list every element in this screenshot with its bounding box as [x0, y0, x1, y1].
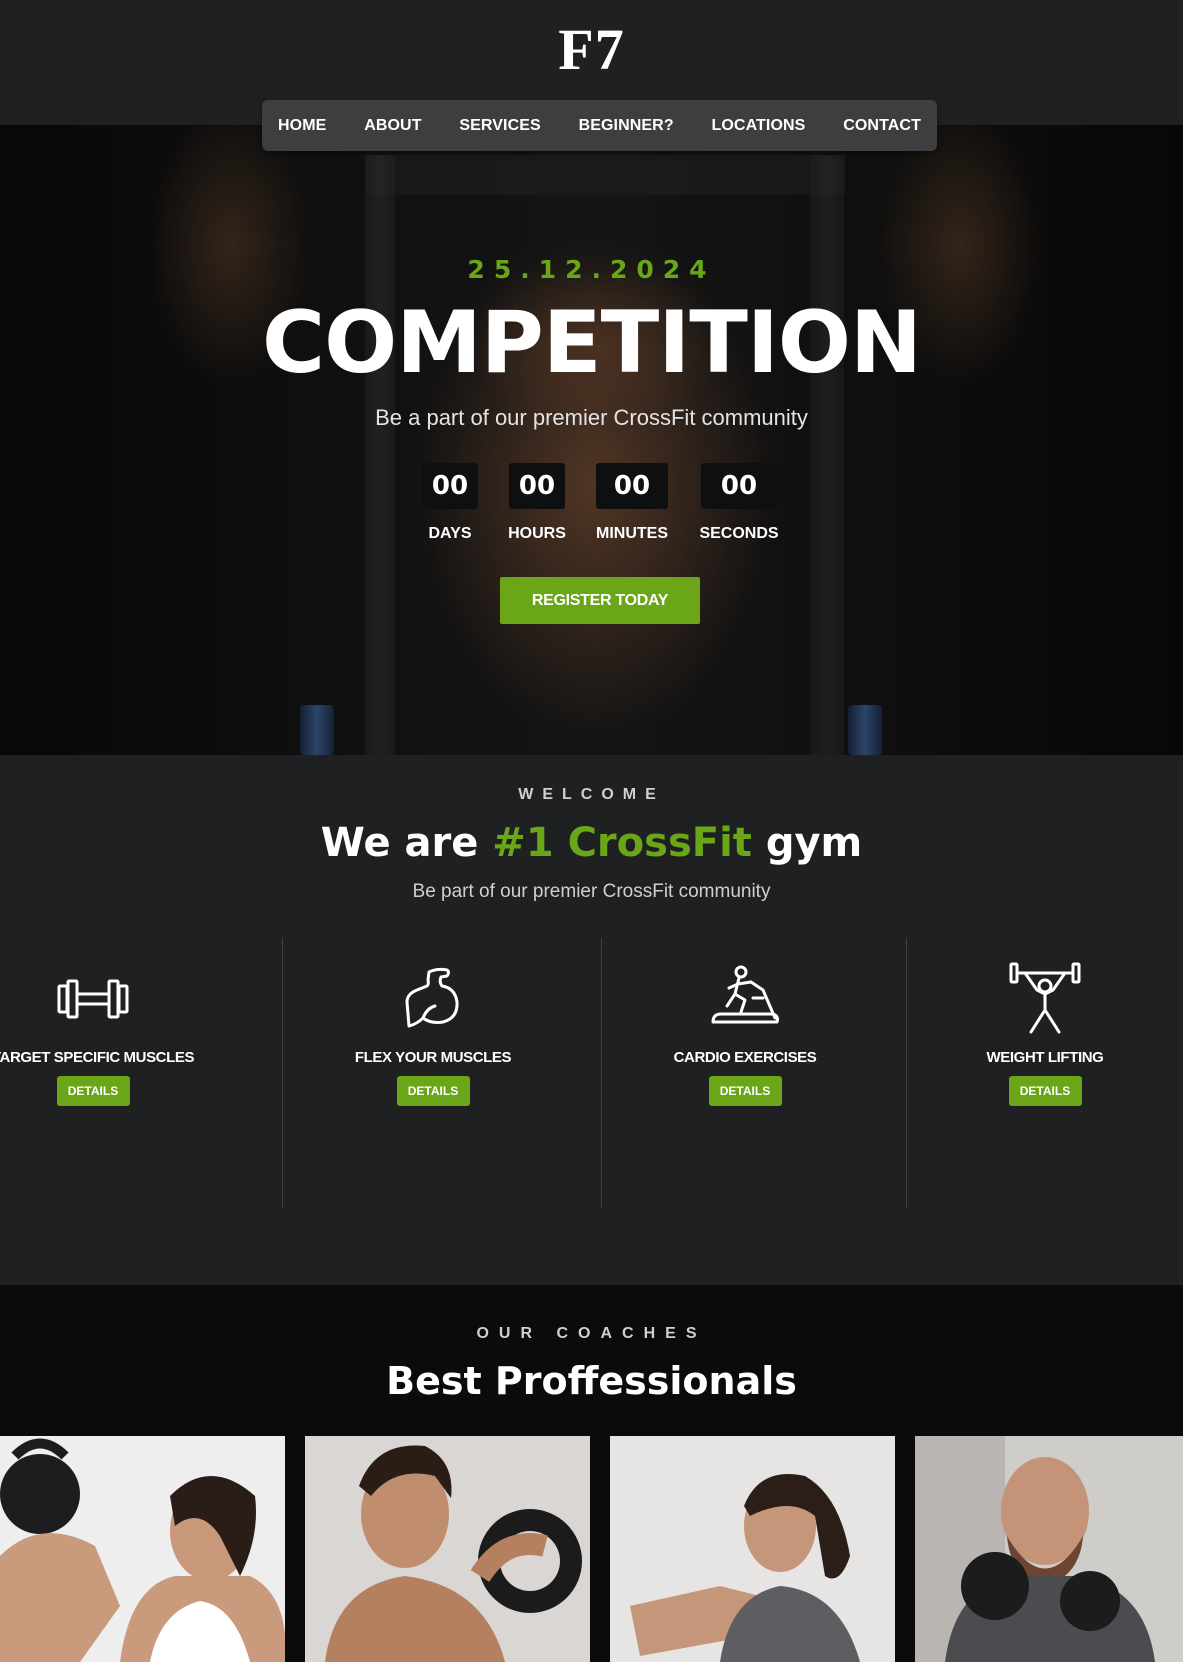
feature-target-muscles: TARGET SPECIFIC MUSCLES DETAILS	[0, 960, 213, 1106]
feature-title: CARDIO EXERCISES	[673, 1049, 817, 1066]
details-button[interactable]: DETAILS	[396, 1076, 470, 1106]
countdown-hours-label: HOURS	[508, 525, 566, 542]
welcome-kicker: WELCOME	[518, 786, 665, 803]
hero-subtitle: Be a part of our premier CrossFit commun…	[375, 405, 808, 430]
event-date: 25.12.2024	[467, 255, 716, 284]
details-button[interactable]: DETAILS	[56, 1076, 130, 1106]
weightlifter-icon	[1009, 962, 1081, 1034]
welcome-section: WELCOME We are #1 CrossFit gym Be part o…	[0, 755, 1183, 1285]
feature-weight-lifting: WEIGHT LIFTING DETAILS	[925, 960, 1165, 1106]
hero-overlay	[0, 125, 1183, 755]
welcome-subtitle: Be part of our premier CrossFit communit…	[412, 881, 771, 902]
countdown-seconds-label: SECONDS	[699, 525, 779, 542]
nav-contact[interactable]: CONTACT	[843, 117, 921, 135]
main-nav: HOME ABOUT SERVICES BEGINNER? LOCATIONS …	[262, 100, 937, 151]
coach-photo	[0, 1436, 285, 1662]
countdown-minutes: 00 MINUTES	[594, 463, 670, 543]
coach-card[interactable]	[0, 1436, 285, 1662]
countdown-minutes-value: 00	[596, 463, 668, 509]
feature-title: WEIGHT LIFTING	[986, 1049, 1104, 1066]
welcome-title-prefix: We are	[320, 820, 493, 866]
feature-flex-muscles: FLEX YOUR MUSCLES DETAILS	[313, 960, 553, 1106]
countdown-hours-value: 00	[509, 463, 565, 509]
hero-title: COMPETITION	[262, 293, 922, 393]
countdown-minutes-label: MINUTES	[596, 525, 668, 542]
site-logo[interactable]: F7	[0, 18, 1183, 82]
flexed-arm-icon	[405, 967, 459, 1028]
register-today-button[interactable]: REGISTER TODAY	[500, 577, 700, 624]
feature-divider	[601, 938, 602, 1208]
coach-photo	[305, 1436, 590, 1662]
welcome-title-suffix: gym	[751, 820, 863, 866]
coach-card[interactable]	[305, 1436, 590, 1662]
coach-photo	[610, 1436, 895, 1662]
coach-card[interactable]	[610, 1436, 895, 1662]
countdown-hours: 00 HOURS	[507, 463, 567, 543]
coaches-title: Best Proffessionals	[386, 1359, 797, 1403]
feature-divider	[906, 938, 907, 1208]
treadmill-icon	[711, 965, 779, 1024]
feature-title: FLEX YOUR MUSCLES	[354, 1049, 512, 1066]
welcome-title: We are #1 CrossFit gym	[0, 818, 1183, 868]
nav-home[interactable]: HOME	[278, 117, 326, 135]
feature-title: TARGET SPECIFIC MUSCLES	[0, 1049, 195, 1066]
hero-section: 25.12.2024 COMPETITION Be a part of our …	[0, 125, 1183, 755]
countdown-days: 00 DAYS	[420, 463, 480, 543]
countdown-seconds: 00 SECONDS	[698, 463, 780, 543]
countdown-days-value: 00	[422, 463, 478, 509]
nav-services[interactable]: SERVICES	[459, 117, 540, 135]
nav-locations[interactable]: LOCATIONS	[712, 117, 806, 135]
coaches-section: OUR COACHES Best Proffessionals	[0, 1285, 1183, 1662]
nav-beginner[interactable]: BEGINNER?	[579, 117, 674, 135]
details-button[interactable]: DETAILS	[1008, 1076, 1082, 1106]
feature-divider	[282, 938, 283, 1208]
welcome-title-accent: #1 CrossFit	[492, 820, 752, 866]
coach-photo	[915, 1436, 1183, 1662]
countdown-days-label: DAYS	[428, 525, 472, 542]
details-button[interactable]: DETAILS	[708, 1076, 782, 1106]
countdown-seconds-value: 00	[701, 463, 777, 509]
nav-about[interactable]: ABOUT	[364, 117, 421, 135]
dumbbell-icon	[57, 979, 129, 1019]
coaches-kicker: OUR COACHES	[476, 1325, 707, 1342]
coach-card[interactable]	[915, 1436, 1183, 1662]
feature-cardio: CARDIO EXERCISES DETAILS	[625, 960, 865, 1106]
